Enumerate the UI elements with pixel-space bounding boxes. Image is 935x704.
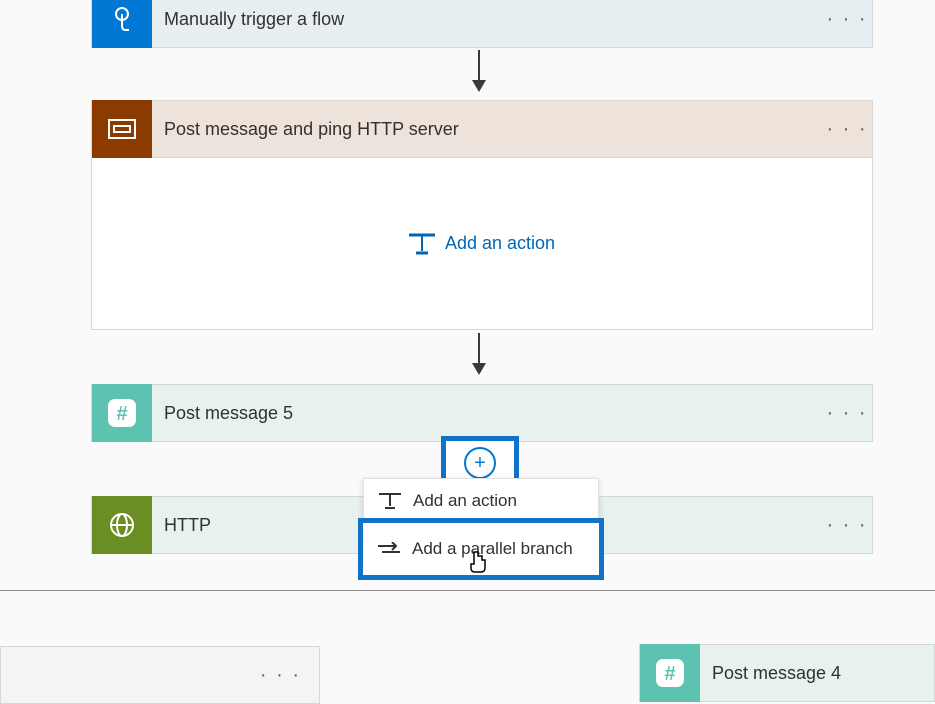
svg-text:#: # — [116, 403, 127, 425]
globe-icon — [92, 496, 152, 554]
menu-add-action-label: Add an action — [413, 491, 517, 511]
add-action-label: Add an action — [445, 233, 555, 254]
connector-arrow — [478, 333, 480, 373]
manual-trigger-icon — [92, 0, 152, 48]
partial-card-left[interactable]: · · · — [0, 646, 320, 704]
step-title: Post message 5 — [152, 403, 822, 424]
scope-title: Post message and ping HTTP server — [152, 119, 822, 140]
post-message-4-card[interactable]: # Post message 4 — [639, 644, 935, 702]
scope-icon — [92, 100, 152, 158]
hash-icon: # — [92, 384, 152, 442]
menu-add-action[interactable]: Add an action — [364, 479, 598, 523]
insert-action-icon — [379, 492, 401, 510]
connector-arrow — [478, 50, 480, 90]
trigger-title: Manually trigger a flow — [152, 9, 822, 30]
parallel-branch-icon — [378, 542, 400, 556]
plus-icon: + — [464, 447, 496, 479]
scope-menu-button[interactable]: · · · — [822, 118, 872, 141]
menu-add-parallel-label: Add a parallel branch — [412, 539, 573, 559]
post-message-card[interactable]: # Post message 5 · · · — [91, 384, 873, 442]
trigger-card[interactable]: Manually trigger a flow · · · — [91, 0, 873, 48]
step-title: Post message 4 — [700, 663, 934, 684]
svg-text:#: # — [664, 663, 675, 685]
step-menu-button[interactable]: · · · — [822, 514, 872, 537]
step-menu-button[interactable]: · · · — [822, 402, 872, 425]
hash-icon: # — [640, 644, 700, 702]
menu-add-parallel-branch[interactable]: Add a parallel branch — [358, 518, 604, 580]
scope-card-header[interactable]: Post message and ping HTTP server · · · — [91, 100, 873, 158]
scope-body: Add an action — [91, 158, 873, 330]
trigger-menu-button[interactable]: · · · — [822, 8, 872, 31]
insert-action-icon — [409, 233, 435, 255]
add-action-button[interactable]: Add an action — [409, 233, 555, 255]
divider — [0, 590, 935, 591]
